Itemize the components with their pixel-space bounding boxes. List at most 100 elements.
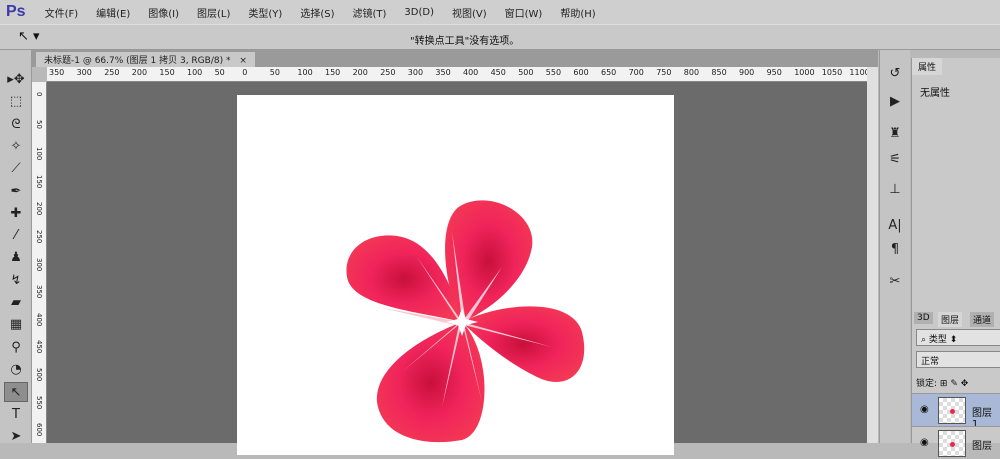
- menu-item[interactable]: 编辑(E): [87, 5, 139, 20]
- menu-item[interactable]: 滤镜(T): [343, 5, 395, 20]
- brush-tool-icon[interactable]: ⁄: [4, 226, 28, 246]
- ruler-label: 350: [35, 285, 43, 299]
- healing-tool-icon[interactable]: ✚: [4, 204, 28, 224]
- menu-item[interactable]: 3D(D): [395, 7, 443, 18]
- menu-item[interactable]: 图像(I): [139, 5, 188, 20]
- ruler-label: 300: [35, 257, 43, 271]
- menu-item[interactable]: 文件(F): [36, 5, 88, 20]
- ruler-label: 250: [380, 68, 396, 77]
- brush-presets-icon[interactable]: ♜: [884, 126, 906, 141]
- document-tab[interactable]: 未标题-1 @ 66.7% (图层 1 拷贝 3, RGB/8) * ×: [36, 52, 255, 67]
- paragraph-icon[interactable]: ¶: [884, 242, 906, 257]
- menu-item[interactable]: 类型(Y): [239, 5, 291, 20]
- ruler-label: 700: [628, 68, 644, 77]
- ruler-label: 150: [325, 68, 341, 77]
- type-tool-icon[interactable]: T: [4, 405, 28, 425]
- ruler-label: 350: [435, 68, 451, 77]
- tab-channels[interactable]: 通道: [970, 312, 995, 327]
- close-icon[interactable]: ×: [239, 56, 247, 66]
- ruler-label: 550: [35, 395, 43, 409]
- tools-panel: ▸✥ ⬚ ᘓ ✧ ⟋ ✒ ✚ ⁄ ♟ ↯ ▰ ▦ ⚲ ◔ ↖ T ➤: [0, 50, 32, 444]
- ruler-label: 450: [490, 68, 506, 77]
- lock-label: 锁定:: [916, 379, 938, 389]
- ruler-label: 50: [269, 68, 280, 77]
- document-title: 未标题-1 @ 66.7% (图层 1 拷贝 3, RGB/8) *: [44, 56, 231, 66]
- ruler-label: 450: [35, 340, 43, 354]
- gradient-tool-icon[interactable]: ▦: [4, 315, 28, 335]
- ruler-label: 750: [656, 68, 672, 77]
- convert-point-icon[interactable]: ↖ ▾: [18, 29, 40, 44]
- ruler-label: 150: [159, 68, 175, 77]
- layer-row[interactable]: ◉ 图层 1: [912, 393, 1000, 430]
- dodge-tool-icon[interactable]: ◔: [4, 360, 28, 380]
- menu-item[interactable]: 图层(L): [188, 5, 239, 20]
- ruler-label: 1050: [821, 68, 843, 77]
- layer-filter-select[interactable]: ⌕ 类型 ⬍: [916, 329, 1000, 346]
- ruler-label: 850: [711, 68, 727, 77]
- flower-artwork: [346, 200, 585, 443]
- petal-bottom: [376, 322, 485, 443]
- lock-row: 锁定: ⊞ ✎ ✥: [916, 376, 968, 389]
- vertical-scrollbar[interactable]: [867, 67, 878, 443]
- menu-item[interactable]: 帮助(H): [551, 5, 604, 20]
- menu-bar: Ps 文件(F) 编辑(E) 图像(I) 图层(L) 类型(Y) 选择(S) 滤镜(T) 3D…: [0, 0, 1000, 24]
- ruler-label: 200: [131, 68, 148, 77]
- layer-thumbnail: [938, 397, 966, 424]
- history-icon[interactable]: ↺: [884, 66, 906, 81]
- tool-presets-icon[interactable]: ✂: [884, 274, 906, 289]
- properties-panel: 属性 无属性: [911, 58, 1000, 308]
- ruler-label: 500: [518, 68, 534, 77]
- ruler-label: 100: [187, 68, 203, 77]
- convert-point-tool-icon[interactable]: ↖: [4, 382, 28, 403]
- eyedropper-tool-icon[interactable]: ✒: [4, 182, 28, 202]
- menu-item[interactable]: 选择(S): [291, 5, 343, 20]
- character-icon[interactable]: A|: [884, 218, 906, 233]
- ruler-label: 200: [35, 202, 43, 216]
- tab-layers[interactable]: 图层: [938, 312, 963, 327]
- ruler-label: 650: [601, 68, 617, 77]
- ruler-label: 350: [49, 68, 65, 77]
- ruler-label: 0: [35, 92, 43, 97]
- options-hint: "转换点工具"没有选项。: [410, 36, 520, 47]
- path-selection-tool-icon[interactable]: ➤: [4, 427, 28, 447]
- ruler-label: 500: [35, 368, 43, 382]
- eye-icon[interactable]: ◉: [920, 404, 929, 415]
- magic-wand-tool-icon[interactable]: ✧: [4, 137, 28, 157]
- blend-mode-select[interactable]: 正常: [916, 351, 1000, 368]
- lock-position-icon[interactable]: ✥: [961, 379, 969, 389]
- ruler-label: 100: [35, 147, 43, 161]
- ruler-label: 50: [214, 68, 225, 77]
- layer-name: 图层: [972, 441, 992, 452]
- lock-transparency-icon[interactable]: ⊞: [940, 379, 948, 389]
- menu-item[interactable]: 窗口(W): [496, 5, 552, 20]
- actions-play-icon[interactable]: ▶: [884, 94, 906, 109]
- history-brush-tool-icon[interactable]: ↯: [4, 271, 28, 291]
- menu-item[interactable]: 视图(V): [443, 5, 496, 20]
- lock-paint-icon[interactable]: ✎: [950, 379, 958, 389]
- workspace: [47, 82, 867, 455]
- lasso-tool-icon[interactable]: ᘓ: [4, 115, 28, 135]
- layers-panel: 3D 图层 通道 ⌕ 类型 ⬍ 正常 锁定: ⊞ ✎ ✥ ◉ 图层 1 ◉ 图层: [911, 308, 1000, 457]
- brush-settings-icon[interactable]: ⚟: [884, 152, 906, 167]
- ruler-label: 900: [739, 68, 755, 77]
- tab-3d[interactable]: 3D: [914, 312, 933, 324]
- ruler-label: 100: [297, 68, 313, 77]
- horizontal-ruler: 350 300 250 200 150 100 50 0 50 100 150 200 250 300 35…: [47, 67, 867, 82]
- ruler-label: 50: [35, 119, 43, 129]
- petal-left: [346, 235, 462, 322]
- canvas[interactable]: [237, 95, 674, 455]
- petal-top: [445, 200, 533, 322]
- properties-empty-text: 无属性: [920, 88, 950, 99]
- tab-properties[interactable]: 属性: [912, 58, 943, 75]
- options-bar: ↖ ▾ "转换点工具"没有选项。: [0, 24, 1000, 50]
- ruler-label: 550: [545, 68, 562, 77]
- eraser-tool-icon[interactable]: ▰: [4, 293, 28, 313]
- stamp-tool-icon[interactable]: ♟: [4, 248, 28, 268]
- crop-tool-icon[interactable]: ⟋: [4, 159, 28, 179]
- marquee-tool-icon[interactable]: ⬚: [4, 92, 28, 112]
- ruler-label: 300: [407, 68, 424, 77]
- blur-tool-icon[interactable]: ⚲: [4, 338, 28, 358]
- clone-source-icon[interactable]: ⊥: [884, 182, 906, 197]
- move-tool-icon[interactable]: ▸✥: [4, 70, 28, 90]
- ps-logo: Ps: [6, 3, 26, 20]
